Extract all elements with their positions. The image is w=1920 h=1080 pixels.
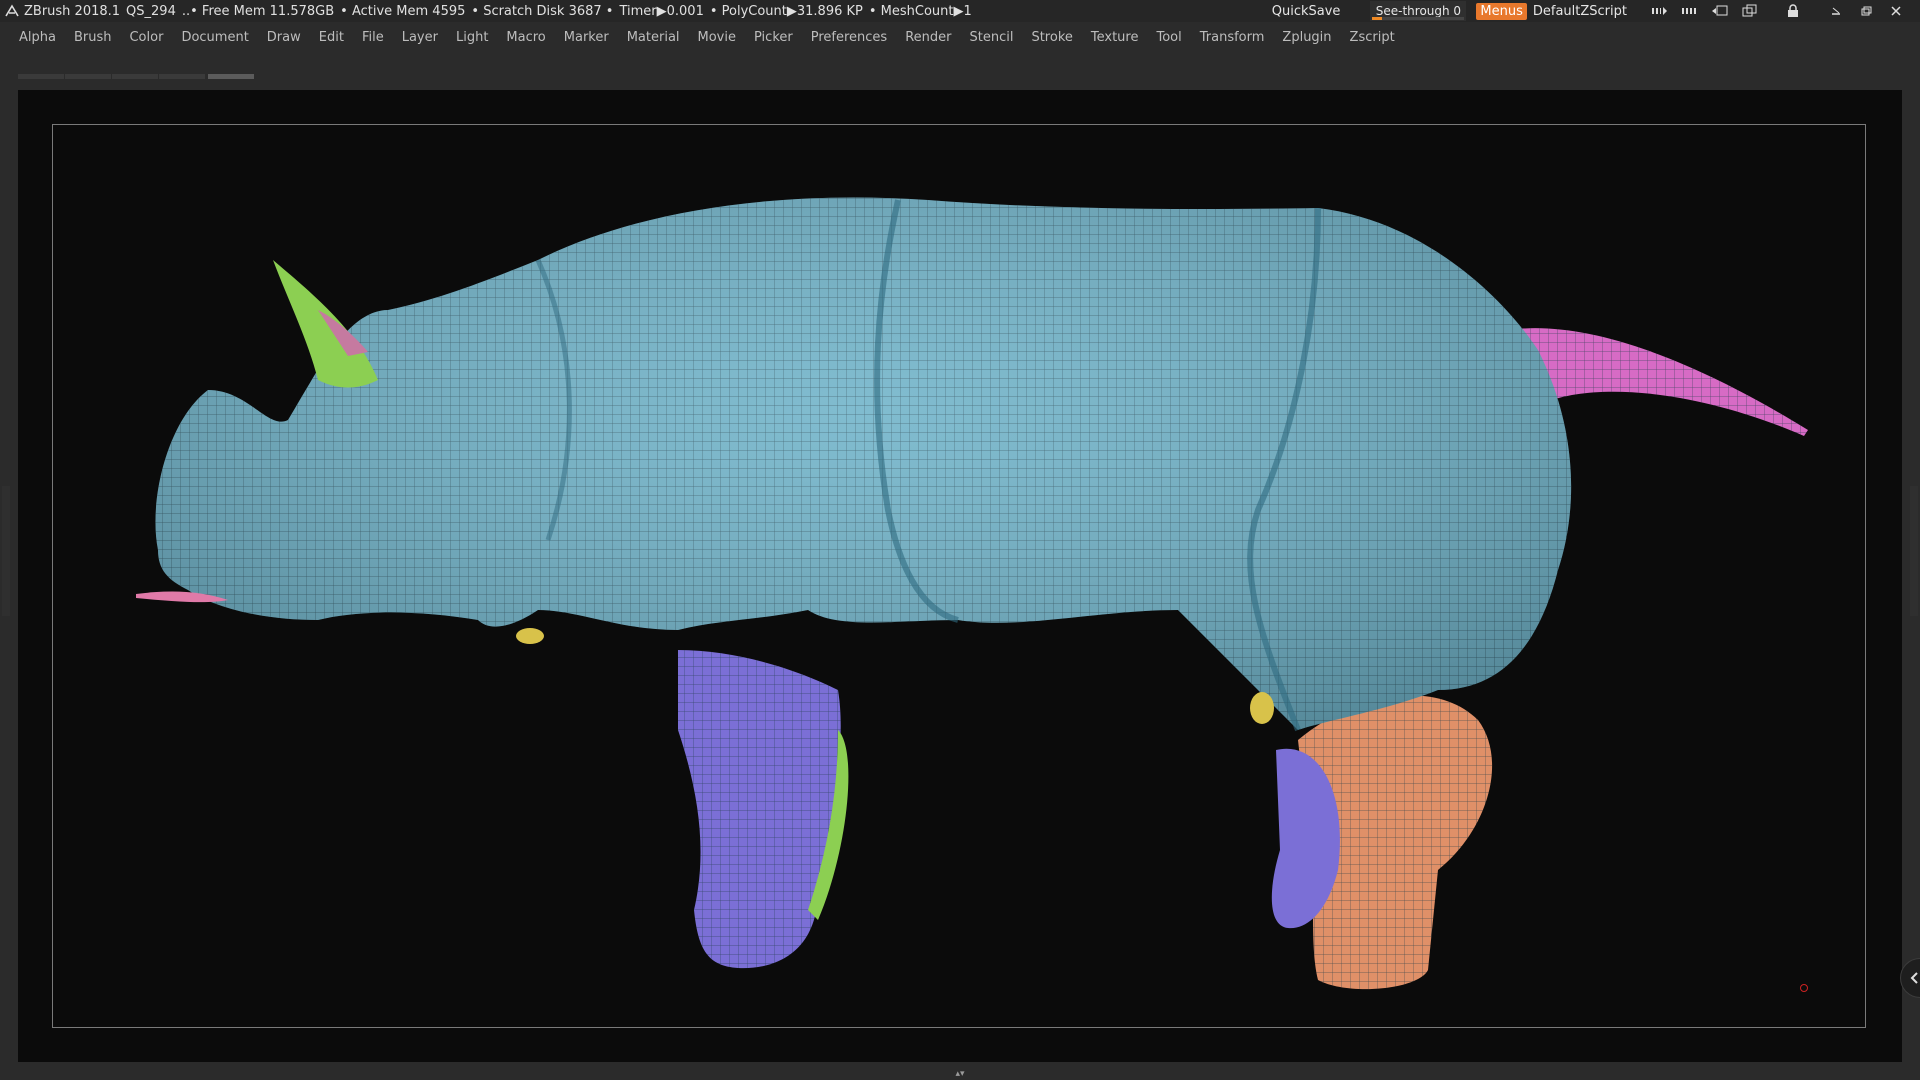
restore-icon[interactable] (1856, 3, 1876, 19)
menu-stroke[interactable]: Stroke (1020, 30, 1079, 45)
menu-zplugin[interactable]: Zplugin (1271, 30, 1338, 45)
menu-zscript[interactable]: Zscript (1339, 30, 1402, 45)
menu-edit[interactable]: Edit (308, 30, 351, 45)
scratch-disk: • Scratch Disk 3687 • (471, 3, 614, 19)
free-mem: ..• Free Mem 11.578GB (181, 3, 335, 19)
default-zscript-button[interactable]: DefaultZScript (1533, 4, 1627, 19)
shelf-tab[interactable] (159, 74, 205, 79)
shelf-tab-strip (18, 74, 255, 80)
menu-file[interactable]: File (351, 30, 391, 45)
shelf-tab-active[interactable] (208, 74, 254, 79)
lock-icon[interactable] (1783, 3, 1803, 19)
shelf-tab[interactable] (18, 74, 64, 79)
menu-transform[interactable]: Transform (1189, 30, 1272, 45)
menu-brush[interactable]: Brush (63, 30, 119, 45)
quicksave-button[interactable]: QuickSave (1272, 4, 1341, 19)
menu-material[interactable]: Material (616, 30, 687, 45)
see-through-label: See-through 0 (1375, 4, 1462, 18)
title-bar: ZBrush 2018.1 QS_294 ..• Free Mem 11.578… (0, 0, 1920, 22)
layout-toggle-1-icon[interactable] (1650, 3, 1670, 19)
project-name: QS_294 (126, 3, 176, 19)
menu-marker[interactable]: Marker (553, 30, 616, 45)
menu-preferences[interactable]: Preferences (800, 30, 894, 45)
menu-macro[interactable]: Macro (495, 30, 552, 45)
polycount: • PolyCount▶31.896 KP (709, 3, 863, 19)
document-frame (52, 124, 1866, 1028)
window-copy-icon[interactable] (1740, 3, 1760, 19)
close-icon[interactable] (1886, 3, 1906, 19)
cursor-marker (1800, 984, 1808, 992)
menu-picker[interactable]: Picker (743, 30, 800, 45)
timer: Timer▶0.001 (619, 3, 704, 19)
menu-layer[interactable]: Layer (391, 30, 445, 45)
see-through-track (1372, 17, 1465, 20)
menu-document[interactable]: Document (170, 30, 255, 45)
menu-tool[interactable]: Tool (1145, 30, 1188, 45)
left-tray-handle[interactable] (2, 486, 10, 616)
menu-draw[interactable]: Draw (256, 30, 308, 45)
app-version: ZBrush 2018.1 (24, 3, 121, 19)
shelf-tab[interactable] (112, 74, 158, 79)
layout-toggle-2-icon[interactable] (1680, 3, 1700, 19)
window-switch-icon[interactable] (1710, 3, 1730, 19)
menu-movie[interactable]: Movie (687, 30, 743, 45)
bottom-tray-handle[interactable]: ▴▾ (896, 1069, 1024, 1079)
meshcount: • MeshCount▶1 (868, 3, 972, 19)
collapse-tray-button[interactable] (1900, 958, 1920, 998)
menu-render[interactable]: Render (894, 30, 958, 45)
menu-stencil[interactable]: Stencil (958, 30, 1020, 45)
menu-light[interactable]: Light (445, 30, 495, 45)
menu-alpha[interactable]: Alpha (0, 30, 63, 45)
menu-color[interactable]: Color (118, 30, 170, 45)
minimize-icon[interactable] (1826, 3, 1846, 19)
menu-texture[interactable]: Texture (1080, 30, 1146, 45)
chevron-left-icon (1910, 972, 1918, 984)
bottom-handle-arrows-icon: ▴▾ (955, 1069, 965, 1079)
zbrush-logo-icon (5, 4, 19, 17)
see-through-slider[interactable]: See-through 0 (1370, 1, 1467, 21)
shelf-tab[interactable] (65, 74, 111, 79)
see-through-fill (1372, 17, 1383, 20)
main-menu-bar: Alpha Brush Color Document Draw Edit Fil… (0, 24, 1920, 50)
active-mem: • Active Mem 4595 (340, 3, 466, 19)
menus-toggle-button[interactable]: Menus (1476, 2, 1527, 20)
right-tray-handle[interactable] (1910, 486, 1918, 616)
